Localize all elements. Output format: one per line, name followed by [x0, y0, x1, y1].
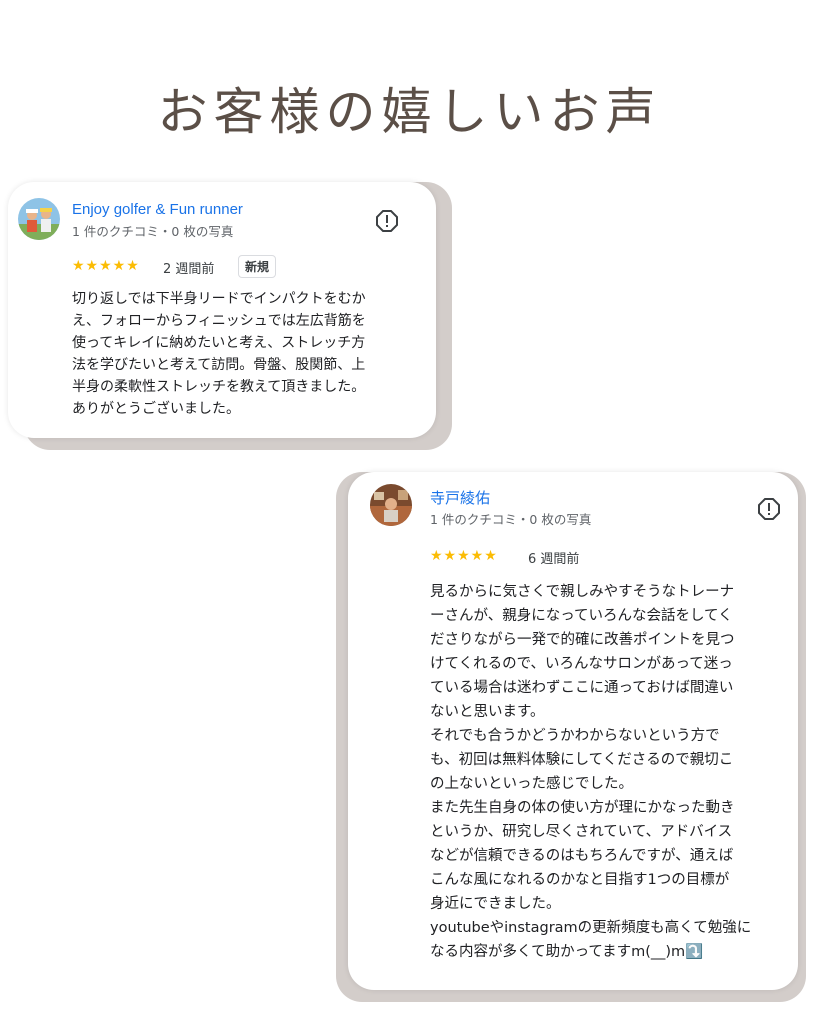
report-flag-icon[interactable] — [376, 210, 398, 232]
reviewer-meta: 1 件のクチコミ・0 枚の写真 — [72, 224, 234, 239]
reviewer-name[interactable]: 寺戸綾佑 — [430, 487, 490, 508]
reviewer-avatar[interactable] — [18, 198, 60, 240]
star-rating: ★★★★★ — [72, 258, 140, 274]
review-card: Enjoy golfer & Fun runner 1 件のクチコミ・0 枚の写… — [8, 182, 436, 438]
reviewer-avatar[interactable] — [370, 484, 412, 526]
reviewer-name[interactable]: Enjoy golfer & Fun runner — [72, 201, 243, 218]
review-date: 2 週間前 — [163, 262, 215, 277]
reviewer-meta: 1 件のクチコミ・0 枚の写真 — [430, 512, 592, 527]
page-title: お客様の嬉しいお声 — [157, 83, 662, 141]
review-text: 切り返しでは下半身リードでインパクトをむか え、フォローからフィニッシュでは左広… — [72, 291, 366, 417]
review-card: 寺戸綾佑 1 件のクチコミ・0 枚の写真 ★★★★★ 6 週間前 見るからに気さ… — [348, 472, 798, 990]
star-rating: ★★★★★ — [430, 548, 498, 564]
review-text: 見るからに気さくで親しみやすそうなトレーナ ーさんが、親身になっていろんな会話を… — [430, 584, 752, 960]
report-flag-icon[interactable] — [758, 498, 780, 520]
new-badge: 新規 — [238, 255, 277, 278]
review-date: 6 週間前 — [528, 552, 580, 567]
